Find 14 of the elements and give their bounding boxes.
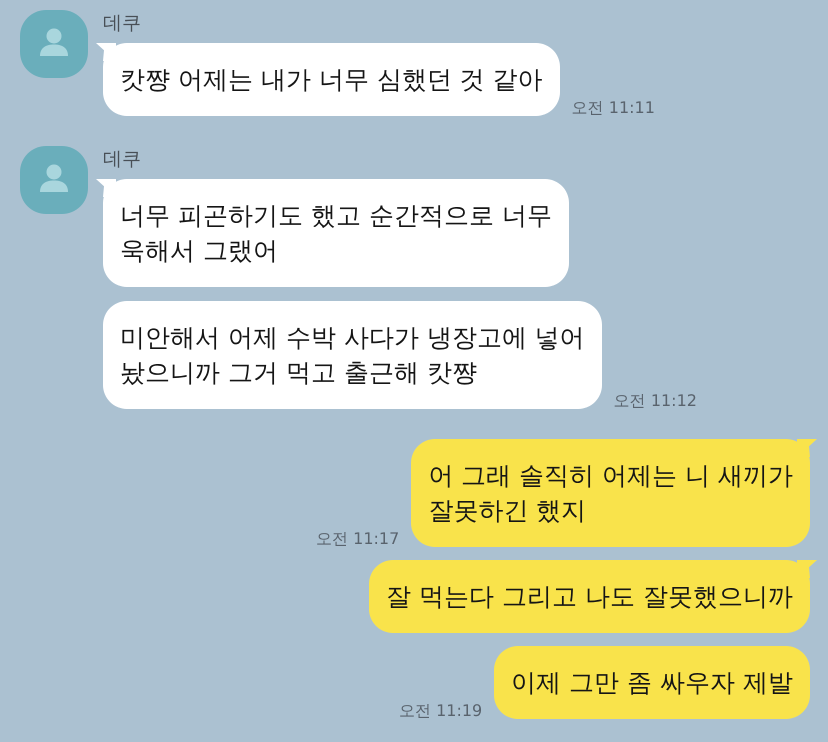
message-bubble: 이제 그만 좀 싸우자 제발 (494, 646, 810, 719)
message-bubble: 미안해서 어제 수박 사다가 냉장고에 넣어 놨으니까 그거 먹고 출근해 캇쨩 (103, 301, 602, 409)
message-time: 오전 11:11 (572, 98, 655, 118)
message-bubble: 캇쨩 어제는 내가 너무 심했던 것 같아 (96, 43, 560, 116)
sender-name: 데쿠 (103, 148, 141, 170)
avatar-icon[interactable] (20, 10, 88, 78)
message-time: 오전 11:12 (614, 391, 697, 411)
message-time: 오전 11:17 (316, 529, 400, 549)
message-bubble: 너무 피곤하기도 했고 순간적으로 너무 욱해서 그랬어 (96, 179, 569, 287)
message-bubble: 어 그래 솔직히 어제는 니 새끼가 잘못하긴 했지 (411, 439, 817, 547)
sender-name: 데쿠 (103, 12, 141, 34)
avatar-icon[interactable] (20, 146, 88, 214)
message-bubble: 잘 먹는다 그리고 나도 잘못했으니까 (369, 560, 817, 633)
message-time: 오전 11:19 (399, 701, 482, 721)
